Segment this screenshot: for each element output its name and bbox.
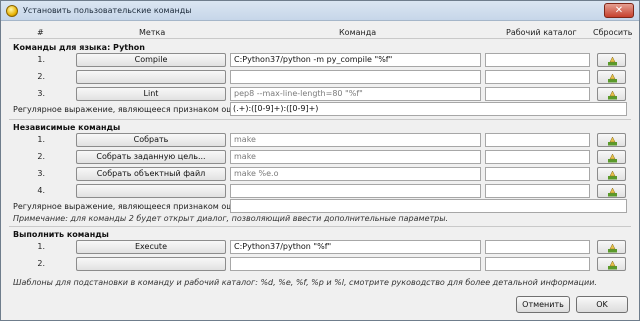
regex-input-python[interactable]: (.+):([0-9]+):([0-9]+) (230, 102, 627, 116)
reset-button[interactable] (597, 133, 626, 147)
workdir-input[interactable] (485, 184, 590, 198)
label-button[interactable]: Собрать объектный файл (76, 167, 226, 181)
reset-button[interactable] (597, 240, 626, 254)
workdir-input[interactable] (485, 70, 590, 84)
dialog-window: Установить пользовательские команды ✕ # … (0, 0, 640, 321)
command-input[interactable]: C:Python37/python "%f" (230, 240, 481, 254)
regex-label-independent: Регулярное выражение, являющееся признак… (13, 202, 257, 211)
section-divider (9, 226, 631, 227)
label-button[interactable]: Собрать (76, 133, 226, 147)
workdir-input[interactable] (485, 87, 590, 101)
label-button[interactable] (76, 257, 226, 271)
close-button[interactable]: ✕ (604, 3, 634, 18)
command-input[interactable] (230, 70, 481, 84)
column-header-command: Команда (339, 28, 377, 37)
workdir-input[interactable] (485, 53, 590, 67)
label-button[interactable]: Execute (76, 240, 226, 254)
workdir-input[interactable] (485, 240, 590, 254)
command-input[interactable]: C:Python37/python -m py_compile "%f" (230, 53, 481, 67)
row-index: 3. (37, 169, 45, 178)
label-button[interactable]: Compile (76, 53, 226, 67)
ok-button[interactable]: OK (576, 296, 628, 313)
reset-button[interactable] (597, 150, 626, 164)
section-title-python: Команды для языка: Python (13, 43, 145, 52)
label-button[interactable]: Lint (76, 87, 226, 101)
row-index: 2. (37, 152, 45, 161)
label-button[interactable] (76, 184, 226, 198)
reset-button[interactable] (597, 167, 626, 181)
cancel-button[interactable]: Отменить (516, 296, 570, 313)
workdir-input[interactable] (485, 257, 590, 271)
command-input[interactable]: make %e.o (230, 167, 481, 181)
command-input[interactable]: pep8 --max-line-length=80 "%f" (230, 87, 481, 101)
app-icon (6, 5, 18, 17)
column-header-reset: Сбросить (593, 28, 633, 37)
command-input[interactable]: make (230, 150, 481, 164)
command-input[interactable] (230, 257, 481, 271)
header-divider (9, 38, 631, 39)
row-index: 1. (37, 242, 45, 251)
section-title-independent: Независимые команды (13, 123, 121, 132)
independent-note: Примечание: для команды 2 будет открыт д… (13, 214, 449, 223)
section-title-execute: Выполнить команды (13, 230, 109, 239)
row-index: 2. (37, 72, 45, 81)
label-button[interactable]: Собрать заданную цель... (76, 150, 226, 164)
section-divider (9, 119, 631, 120)
row-index: 1. (37, 55, 45, 64)
row-index: 1. (37, 135, 45, 144)
command-input[interactable] (230, 184, 481, 198)
row-index: 2. (37, 259, 45, 268)
titlebar: Установить пользовательские команды ✕ (1, 1, 639, 21)
window-title: Установить пользовательские команды (23, 6, 192, 15)
reset-button[interactable] (597, 184, 626, 198)
row-index: 3. (37, 89, 45, 98)
reset-button[interactable] (597, 70, 626, 84)
column-header-index: # (37, 28, 44, 37)
workdir-input[interactable] (485, 167, 590, 181)
footer-note: Шаблоны для подстановки в команду и рабо… (13, 278, 597, 287)
reset-button[interactable] (597, 257, 626, 271)
regex-input-independent[interactable] (230, 199, 627, 213)
regex-label-python: Регулярное выражение, являющееся признак… (13, 105, 257, 114)
workdir-input[interactable] (485, 150, 590, 164)
reset-button[interactable] (597, 53, 626, 67)
column-header-workdir: Рабочий каталог (506, 28, 577, 37)
column-header-label: Метка (139, 28, 166, 37)
reset-button[interactable] (597, 87, 626, 101)
label-button[interactable] (76, 70, 226, 84)
row-index: 4. (37, 186, 45, 195)
workdir-input[interactable] (485, 133, 590, 147)
command-input[interactable]: make (230, 133, 481, 147)
